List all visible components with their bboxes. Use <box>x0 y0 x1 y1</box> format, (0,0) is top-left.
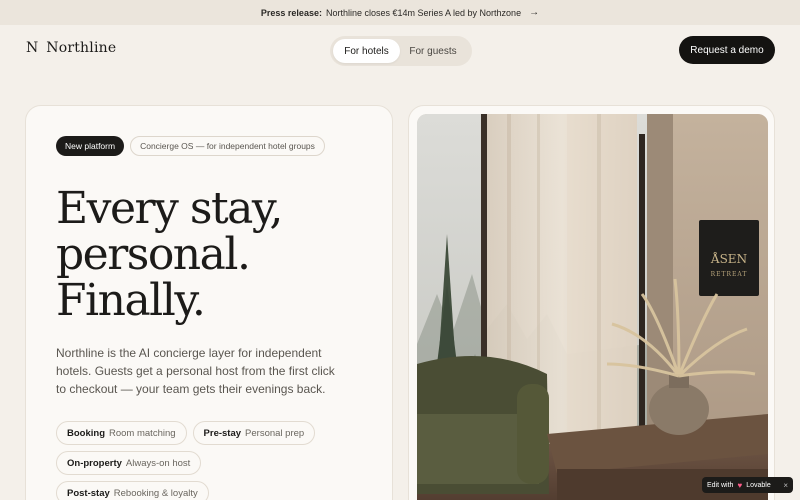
tab-for-hotels[interactable]: For hotels <box>333 39 400 63</box>
sign-text-line-1: ÅSEN <box>710 251 747 266</box>
announcement-bar[interactable]: Press release: Northline closes €14m Ser… <box>0 0 800 25</box>
brand-mark: N <box>26 40 39 56</box>
chip-booking[interactable]: Booking Room matching <box>56 421 187 445</box>
announcement-text: Northline closes €14m Series A led by No… <box>325 7 522 18</box>
hero-description: Northline is the AI concierge layer for … <box>56 346 335 396</box>
journey-chips: Booking Room matching Pre-stay Personal … <box>56 421 356 500</box>
edit-with-lovable-badge[interactable]: Edit with ♥ Lovable × <box>702 477 793 493</box>
arrow-right-icon: → <box>529 7 540 18</box>
sign-text-line-2: RETREAT <box>711 271 748 278</box>
concierge-os-badge: Concierge OS — for independent hotel gro… <box>130 136 325 156</box>
lovable-heart-icon: ♥ <box>737 480 743 490</box>
chip-pre-stay[interactable]: Pre-stay Personal prep <box>192 421 316 445</box>
hero-card: New platform Concierge OS — for independ… <box>25 105 393 500</box>
hero-image-card: ÅSEN RETREAT <box>408 105 775 500</box>
close-icon[interactable]: × <box>783 481 788 490</box>
hotel-room-photo: ÅSEN RETREAT <box>417 114 768 500</box>
chip-on-property[interactable]: On-property Always-on host <box>56 451 202 475</box>
chip-value: Always-on host <box>125 457 191 469</box>
chip-value: Room matching <box>109 427 176 439</box>
hero-badges: New platform Concierge OS — for independ… <box>56 136 325 156</box>
lovable-brand: Lovable <box>746 481 771 489</box>
hero-headline: Every stay, personal. Finally. <box>56 183 283 326</box>
headline-line-1: Every stay, <box>56 183 283 234</box>
chip-key: Booking <box>67 427 105 439</box>
announcement-label: Press release: <box>260 7 322 18</box>
tab-for-guests[interactable]: For guests <box>400 39 466 63</box>
top-nav: N Northline For hotels For guests Reques… <box>0 36 800 66</box>
chip-key: Post-stay <box>67 487 110 499</box>
brand-name: Northline <box>46 40 117 56</box>
audience-toggle: For hotels For guests <box>330 36 472 66</box>
chip-post-stay[interactable]: Post-stay Rebooking & loyalty <box>56 481 209 500</box>
new-platform-badge: New platform <box>56 136 125 156</box>
headline-line-2: personal. <box>56 229 251 280</box>
request-demo-button[interactable]: Request a demo <box>679 36 775 64</box>
headline-line-3: Finally. <box>56 275 206 326</box>
brand-logo[interactable]: N Northline <box>26 40 116 56</box>
chip-key: On-property <box>67 457 122 469</box>
chip-value: Personal prep <box>245 427 305 439</box>
chip-value: Rebooking & loyalty <box>113 487 198 499</box>
edit-label: Edit with <box>707 481 734 489</box>
chip-key: Pre-stay <box>203 427 242 439</box>
hotel-room-illustration: ÅSEN RETREAT <box>417 114 768 500</box>
